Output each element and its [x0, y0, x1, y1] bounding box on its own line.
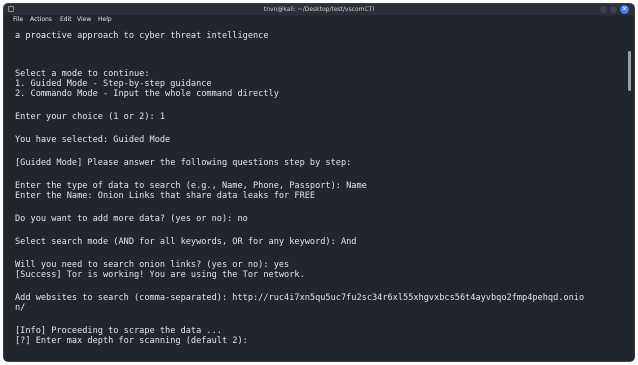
terminal-line: Do you want to add more data? (yes or no… — [15, 214, 248, 224]
maximize-button[interactable] — [610, 6, 617, 13]
menu-actions[interactable]: Actions — [30, 15, 52, 25]
terminal-window: tnvn@kali: ~/Desktop/test/vscomCTI ✕ Fil… — [4, 4, 634, 361]
terminal-output[interactable]: a proactive approach to cyber threat int… — [4, 25, 626, 361]
menu-edit[interactable]: Edit — [60, 15, 72, 25]
menu-help[interactable]: Help — [98, 15, 112, 25]
terminal-line: n/ — [15, 303, 26, 313]
terminal-line: [?] Enter max depth for scanning (defaul… — [15, 336, 248, 346]
terminal-line: You have selected: Guided Mode — [15, 135, 171, 145]
terminal-line: Select a mode to continue: — [15, 69, 150, 79]
window-title: tnvn@kali: ~/Desktop/test/vscomCTI — [263, 6, 375, 13]
terminal-line: Will you need to search onion links? (ye… — [15, 260, 290, 270]
title-bar[interactable]: tnvn@kali: ~/Desktop/test/vscomCTI ✕ — [4, 4, 634, 15]
terminal-line: Enter your choice (1 or 2): 1 — [15, 112, 166, 122]
terminal-line: Select search mode (AND for all keywords… — [15, 237, 357, 247]
scrollbar-thumb[interactable] — [628, 51, 631, 91]
terminal-line: Enter the Name: Onion Links that share d… — [15, 191, 316, 201]
menu-file[interactable]: File — [13, 15, 23, 25]
terminal-line: [Success] Tor is working! You are using … — [15, 270, 305, 280]
terminal-line: a proactive approach to cyber threat int… — [15, 31, 269, 41]
terminal-line: Add websites to search (comma-separated)… — [15, 293, 585, 303]
terminal-line: 1. Guided Mode - Step-by-step guidance — [15, 79, 212, 89]
terminal-line: 2. Commando Mode - Input the whole comma… — [15, 89, 279, 99]
menu-view[interactable]: View — [77, 15, 91, 25]
close-button[interactable]: ✕ — [620, 5, 629, 14]
close-icon: ✕ — [621, 5, 628, 13]
terminal-line: Enter the type of data to search (e.g., … — [15, 181, 367, 191]
menu-bar: File Actions Edit View Help — [4, 15, 634, 25]
minimize-button[interactable] — [600, 6, 607, 13]
scrollbar[interactable] — [626, 25, 634, 361]
terminal-line: [Guided Mode] Please answer the followin… — [15, 158, 352, 168]
terminal-line: [Info] Proceeding to scrape the data ... — [15, 326, 222, 336]
